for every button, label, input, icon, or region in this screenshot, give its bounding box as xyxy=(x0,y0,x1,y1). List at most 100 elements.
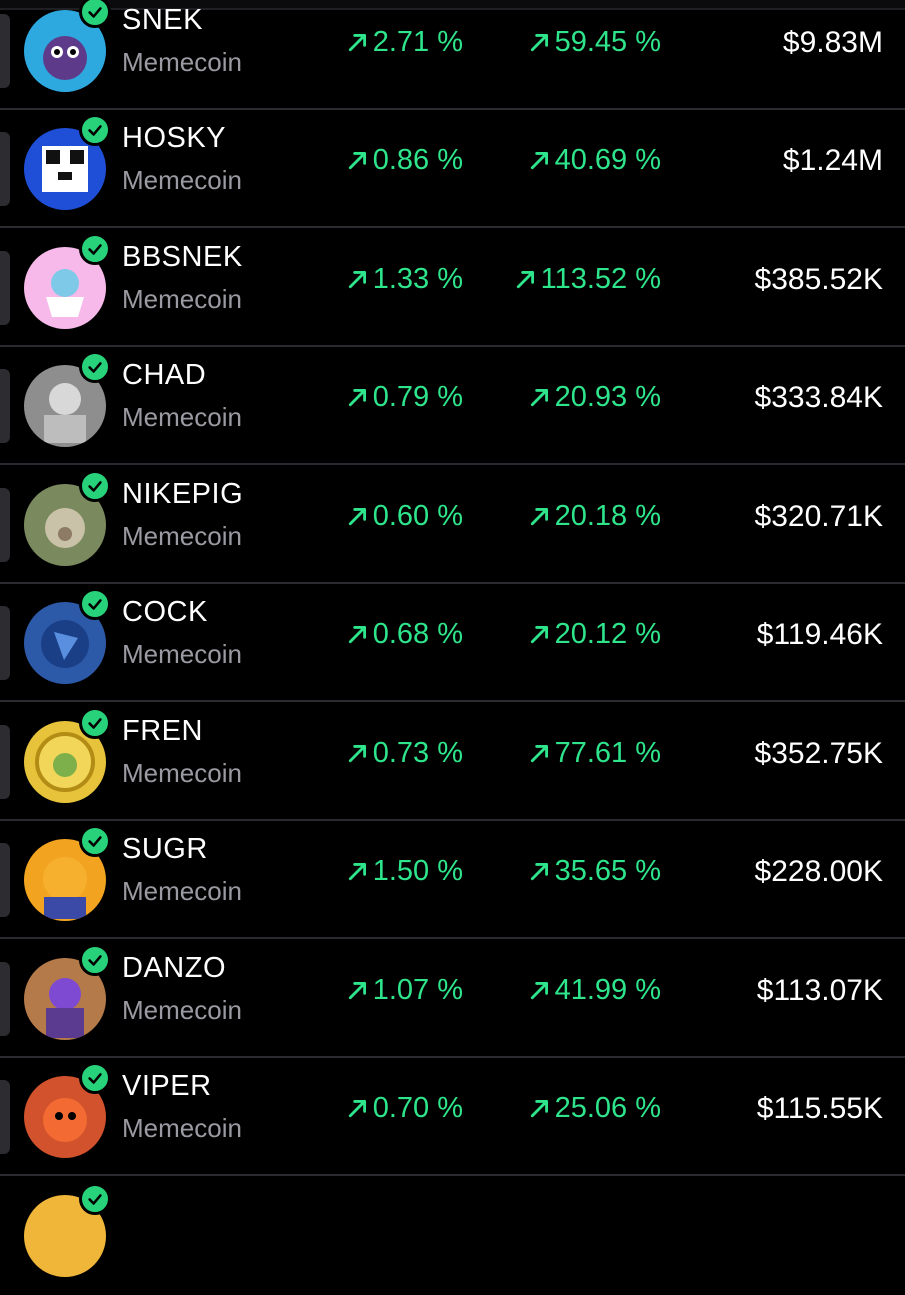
trend-up-icon xyxy=(529,27,551,58)
token-category: Memecoin xyxy=(122,1113,242,1143)
token-name: SNEK xyxy=(122,4,203,36)
drag-handle[interactable] xyxy=(0,488,10,562)
change-b: 113.52 % xyxy=(515,263,661,296)
trend-up-icon xyxy=(529,738,551,769)
token-category: Memecoin xyxy=(122,521,242,551)
market-cap: $352.75K xyxy=(754,737,883,770)
change-b: 59.45 % xyxy=(529,26,661,59)
trend-up-icon xyxy=(529,856,551,887)
verified-check-icon xyxy=(79,944,111,976)
drag-handle[interactable] xyxy=(0,251,10,325)
change-a: 1.07 % xyxy=(347,974,463,1007)
token-row[interactable]: SUGR Memecoin 1.50 % 35.65 % $228.00K xyxy=(0,821,905,939)
token-row[interactable]: VIPER Memecoin 0.70 % 25.06 % $115.55K xyxy=(0,1058,905,1176)
market-cap: $385.52K xyxy=(754,263,883,296)
token-category: Memecoin xyxy=(122,639,242,669)
token-row-partial[interactable] xyxy=(0,1177,905,1295)
drag-handle[interactable] xyxy=(0,14,10,88)
token-name: VIPER xyxy=(122,1070,212,1102)
token-category: Memecoin xyxy=(122,165,242,195)
trend-up-icon xyxy=(529,501,551,532)
change-a: 0.68 % xyxy=(347,618,463,651)
token-row[interactable]: BBSNEK Memecoin 1.33 % 113.52 % $385.52K xyxy=(0,229,905,347)
trend-up-icon xyxy=(515,264,537,295)
drag-handle[interactable] xyxy=(0,369,10,443)
trend-up-icon xyxy=(529,619,551,650)
verified-check-icon xyxy=(79,0,111,28)
market-cap: $228.00K xyxy=(754,855,883,888)
change-b: 77.61 % xyxy=(529,737,661,770)
change-a: 0.86 % xyxy=(347,144,463,177)
token-row[interactable]: FREN Memecoin 0.73 % 77.61 % $352.75K xyxy=(0,703,905,821)
market-cap: $333.84K xyxy=(754,381,883,414)
trend-up-icon xyxy=(347,264,369,295)
token-row[interactable]: HOSKY Memecoin 0.86 % 40.69 % $1.24M xyxy=(0,110,905,228)
trend-up-icon xyxy=(529,1093,551,1124)
token-name: SUGR xyxy=(122,833,208,865)
token-name: CHAD xyxy=(122,359,207,391)
token-category: Memecoin xyxy=(122,758,242,788)
change-a: 0.70 % xyxy=(347,1092,463,1125)
verified-check-icon xyxy=(79,470,111,502)
verified-check-icon xyxy=(79,351,111,383)
token-row[interactable]: COCK Memecoin 0.68 % 20.12 % $119.46K xyxy=(0,584,905,702)
verified-check-icon xyxy=(79,1062,111,1094)
change-b: 20.12 % xyxy=(529,618,661,651)
change-a: 1.50 % xyxy=(347,855,463,888)
trend-up-icon xyxy=(347,145,369,176)
drag-handle[interactable] xyxy=(0,606,10,680)
trend-up-icon xyxy=(347,975,369,1006)
token-category: Memecoin xyxy=(122,995,242,1025)
change-b: 20.93 % xyxy=(529,381,661,414)
change-b: 20.18 % xyxy=(529,500,661,533)
market-cap: $115.55K xyxy=(756,1092,883,1125)
token-category: Memecoin xyxy=(122,47,242,77)
token-category: Memecoin xyxy=(122,876,242,906)
token-name: NIKEPIG xyxy=(122,478,244,510)
trend-up-icon xyxy=(529,975,551,1006)
token-name: FREN xyxy=(122,715,203,747)
market-cap: $119.46K xyxy=(756,618,883,651)
token-row[interactable]: SNEK Memecoin 2.71 % 59.45 % $9.83M xyxy=(0,0,905,110)
verified-check-icon xyxy=(79,588,111,620)
trend-up-icon xyxy=(347,1093,369,1124)
change-b: 35.65 % xyxy=(529,855,661,888)
drag-handle[interactable] xyxy=(0,962,10,1036)
change-b: 40.69 % xyxy=(529,144,661,177)
change-a: 0.60 % xyxy=(347,500,463,533)
change-a: 2.71 % xyxy=(347,26,463,59)
token-row[interactable]: DANZO Memecoin 1.07 % 41.99 % $113.07K xyxy=(0,940,905,1058)
change-a: 1.33 % xyxy=(347,263,463,296)
trend-up-icon xyxy=(529,145,551,176)
verified-check-icon xyxy=(79,707,111,739)
drag-handle[interactable] xyxy=(0,1080,10,1154)
trend-up-icon xyxy=(347,856,369,887)
verified-check-icon xyxy=(79,233,111,265)
change-b: 41.99 % xyxy=(529,974,661,1007)
market-cap: $9.83M xyxy=(782,26,883,59)
trend-up-icon xyxy=(347,738,369,769)
token-category: Memecoin xyxy=(122,284,242,314)
trend-up-icon xyxy=(529,382,551,413)
token-name: COCK xyxy=(122,596,208,628)
market-cap: $1.24M xyxy=(782,144,883,177)
trend-up-icon xyxy=(347,619,369,650)
drag-handle[interactable] xyxy=(0,843,10,917)
token-row[interactable]: NIKEPIG Memecoin 0.60 % 20.18 % $320.71K xyxy=(0,466,905,584)
verified-check-icon xyxy=(79,825,111,857)
trend-up-icon xyxy=(347,501,369,532)
token-name: HOSKY xyxy=(122,122,227,154)
token-name: DANZO xyxy=(122,952,226,984)
market-cap: $113.07K xyxy=(756,974,883,1007)
change-b: 25.06 % xyxy=(529,1092,661,1125)
token-category: Memecoin xyxy=(122,402,242,432)
verified-check-icon xyxy=(79,1183,111,1215)
trend-up-icon xyxy=(347,382,369,413)
drag-handle[interactable] xyxy=(0,725,10,799)
change-a: 0.73 % xyxy=(347,737,463,770)
market-cap: $320.71K xyxy=(754,500,883,533)
token-row[interactable]: CHAD Memecoin 0.79 % 20.93 % $333.84K xyxy=(0,347,905,465)
drag-handle[interactable] xyxy=(0,132,10,206)
change-a: 0.79 % xyxy=(347,381,463,414)
verified-check-icon xyxy=(79,114,111,146)
